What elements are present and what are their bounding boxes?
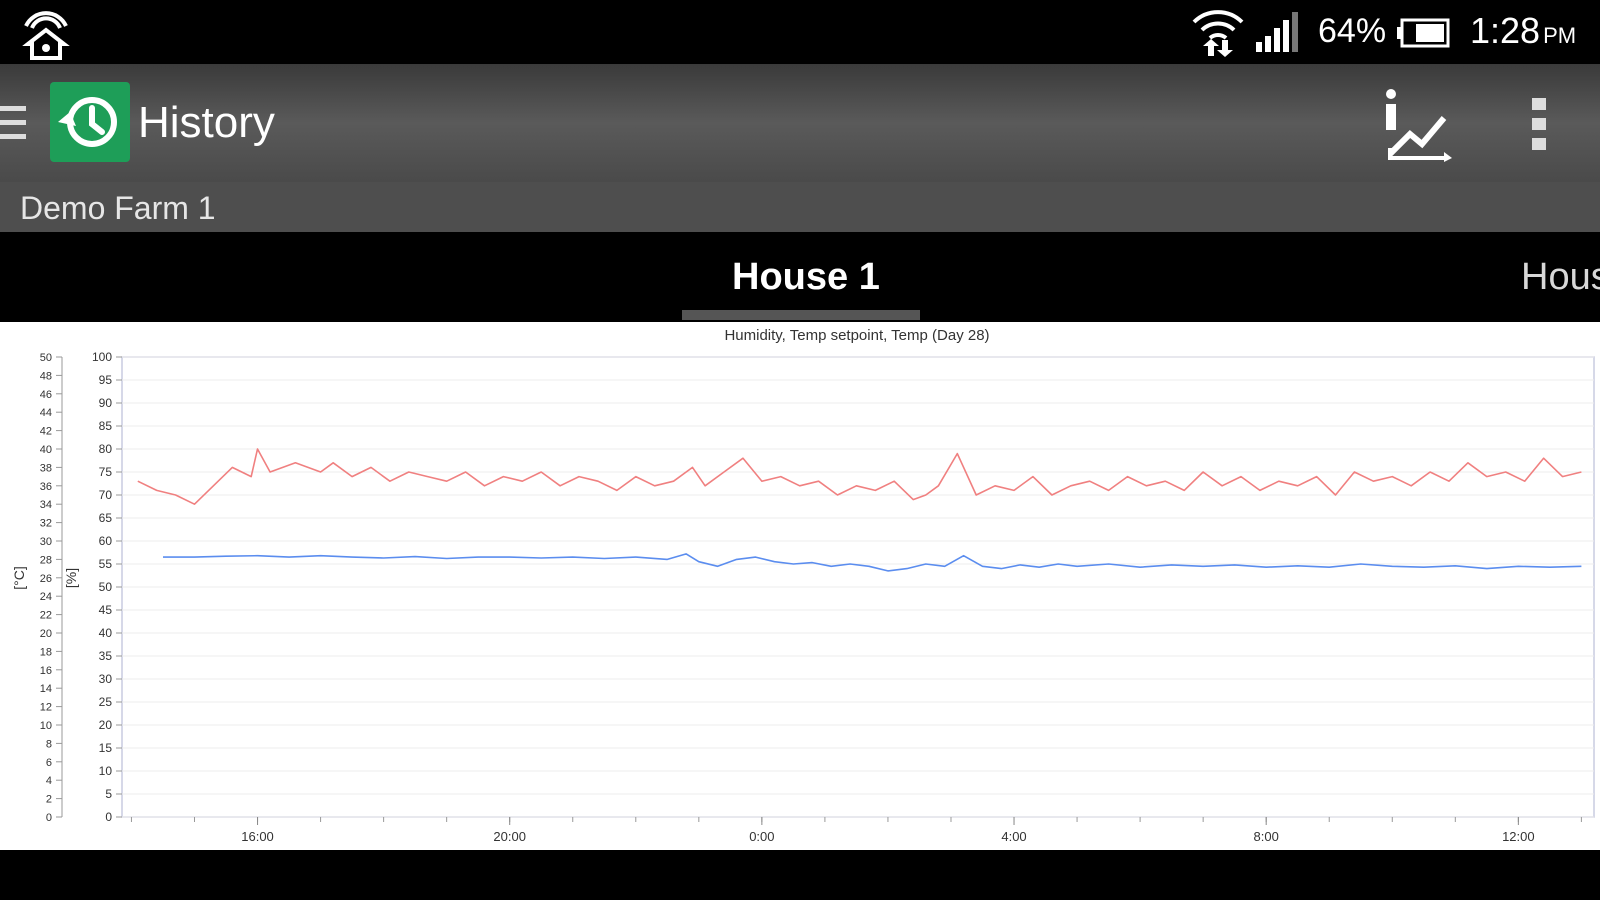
y-tick-label-celsius: 36 (40, 481, 52, 493)
y-axis-label-left: [°C] (11, 566, 27, 590)
y-tick-label-celsius: 18 (40, 646, 52, 658)
y-tick-label-celsius: 16 (40, 665, 52, 677)
y-tick-label-celsius: 0 (46, 812, 52, 824)
y-tick-label-percent: 0 (105, 810, 112, 824)
y-tick-label-percent: 60 (99, 534, 113, 548)
y-tick-label-celsius: 12 (40, 702, 52, 714)
home-network-icon (22, 11, 70, 60)
clock-suffix: PM (1543, 23, 1577, 48)
y-tick-label-percent: 70 (99, 488, 113, 502)
y-tick-label-percent: 85 (99, 419, 113, 433)
chart-title: Humidity, Temp setpoint, Temp (Day 28) (724, 327, 989, 344)
battery-percent: 64% (1318, 12, 1387, 50)
y-tick-label-celsius: 40 (40, 444, 52, 456)
y-tick-label-percent: 20 (99, 718, 113, 732)
y-tick-label-celsius: 38 (40, 462, 52, 474)
history-clock-icon (58, 97, 117, 147)
y-tick-label-percent: 35 (99, 649, 113, 663)
y-tick-label-celsius: 32 (40, 518, 52, 530)
y-axis-label-right: [%] (63, 568, 79, 588)
y-tick-label-celsius: 42 (40, 426, 52, 438)
y-tick-label-celsius: 48 (40, 370, 52, 382)
tab-house-2[interactable]: Hous (1521, 256, 1600, 299)
x-tick-label: 12:00 (1502, 829, 1535, 844)
y-tick-label-celsius: 44 (40, 407, 52, 419)
y-tick-label-percent: 25 (99, 695, 113, 709)
wifi-icon (1192, 10, 1244, 57)
y-tick-label-celsius: 8 (46, 738, 52, 750)
tab-indicator (682, 310, 920, 320)
y-tick-label-percent: 15 (99, 741, 113, 755)
y-tick-label-celsius: 22 (40, 610, 52, 622)
y-tick-label-celsius: 34 (40, 499, 52, 511)
y-tick-label-celsius: 4 (46, 775, 52, 787)
clock: 1:28 PM (1470, 10, 1576, 52)
y-tick-label-celsius: 30 (40, 536, 52, 548)
y-tick-label-percent: 30 (99, 672, 113, 686)
y-tick-label-celsius: 46 (40, 389, 52, 401)
farm-bar: Demo Farm 1 (0, 182, 1600, 232)
overflow-menu-icon[interactable] (1528, 94, 1552, 154)
x-tick-label: 0:00 (749, 829, 774, 844)
battery-icon (1397, 18, 1450, 48)
chart-info-icon[interactable] (1382, 88, 1454, 162)
y-tick-label-percent: 5 (105, 787, 112, 801)
page-title: History (138, 98, 275, 147)
y-tick-label-percent: 45 (99, 603, 113, 617)
menu-icon[interactable] (0, 104, 28, 142)
status-bar: 64% 1:28 PM (0, 0, 1600, 64)
y-tick-label-percent: 10 (99, 764, 113, 778)
bottom-bar (0, 850, 1600, 900)
y-tick-label-percent: 90 (99, 396, 113, 410)
y-tick-label-percent: 65 (99, 511, 113, 525)
y-tick-label-celsius: 24 (40, 591, 52, 603)
history-chart[interactable]: Humidity, Temp setpoint, Temp (Day 28) [… (0, 322, 1600, 850)
y-tick-label-celsius: 28 (40, 554, 52, 566)
x-tick-label: 8:00 (1254, 829, 1279, 844)
chart-svg: Humidity, Temp setpoint, Temp (Day 28) [… (11, 327, 1595, 844)
y-tick-label-celsius: 50 (40, 352, 52, 364)
cell-signal-icon (1256, 12, 1298, 52)
y-tick-label-percent: 75 (99, 465, 113, 479)
clock-time: 1:28 (1470, 10, 1541, 51)
x-tick-label: 16:00 (241, 829, 274, 844)
y-tick-label-celsius: 6 (46, 757, 52, 769)
y-tick-label-celsius: 14 (40, 683, 52, 695)
app-logo[interactable] (50, 82, 130, 162)
farm-name[interactable]: Demo Farm 1 (20, 190, 216, 227)
house-tabs: House 1 Hous (0, 232, 1600, 322)
app-bar: History (0, 64, 1600, 182)
y-tick-label-celsius: 10 (40, 720, 52, 732)
tab-house-1[interactable]: House 1 (732, 256, 880, 299)
y-tick-label-percent: 80 (99, 442, 113, 456)
y-tick-label-percent: 95 (99, 373, 113, 387)
y-tick-label-celsius: 20 (40, 628, 52, 640)
y-tick-label-percent: 40 (99, 626, 113, 640)
y-tick-label-percent: 50 (99, 580, 113, 594)
y-tick-label-percent: 100 (92, 350, 112, 364)
y-tick-label-celsius: 2 (46, 794, 52, 806)
x-tick-label: 4:00 (1001, 829, 1026, 844)
y-tick-label-percent: 55 (99, 557, 113, 571)
y-tick-label-celsius: 26 (40, 573, 52, 585)
x-tick-label: 20:00 (493, 829, 526, 844)
